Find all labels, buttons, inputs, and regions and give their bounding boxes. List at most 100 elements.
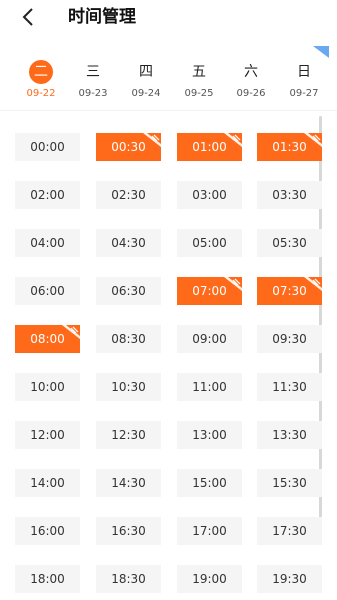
day-weekday: 二 [29,60,53,84]
time-slot[interactable]: 04:00 [15,229,80,257]
time-slot[interactable]: 03:30 [257,181,322,209]
time-slot-label: 06:30 [111,284,146,298]
time-slot[interactable]: 16:30 [96,517,161,545]
time-slot-label: 02:00 [30,188,65,202]
time-slot[interactable]: 15:30 [257,469,322,497]
time-slot-label: 15:00 [192,476,227,490]
selected-corner-icon [304,277,322,291]
time-slot[interactable]: 09:00 [177,325,242,353]
selected-corner-icon [224,277,242,291]
time-slot-label: 10:30 [111,380,146,394]
time-slot-label: 05:00 [192,236,227,250]
time-slot-label: 17:00 [192,524,227,538]
time-slot[interactable]: 11:00 [177,373,242,401]
time-slot[interactable]: 07:30 [257,277,322,305]
time-slot-label: 13:30 [272,428,307,442]
time-slot[interactable]: 11:30 [257,373,322,401]
time-slot-label: 17:30 [272,524,307,538]
time-slot[interactable]: 15:00 [177,469,242,497]
time-slot[interactable]: 05:30 [257,229,322,257]
page-title: 时间管理 [68,7,136,27]
selected-corner-icon [224,133,242,147]
time-slot-label: 09:30 [272,332,307,346]
day-tab-2[interactable]: 四 09-24 [121,46,171,106]
time-slot[interactable]: 04:30 [96,229,161,257]
time-slot[interactable]: 02:30 [96,181,161,209]
day-date: 09-23 [78,88,108,99]
day-selector: 二 09-22 三 09-23 四 09-24 五 09-25 六 09-26 … [0,46,337,106]
time-slot[interactable]: 19:00 [177,565,242,593]
time-slot-label: 16:00 [30,524,65,538]
time-slot[interactable]: 07:00 [177,277,242,305]
time-slot[interactable]: 01:00 [177,133,242,161]
time-slot-label: 01:30 [272,140,307,154]
time-slot[interactable]: 09:30 [257,325,322,353]
time-slot-label: 02:30 [111,188,146,202]
time-slot[interactable]: 10:30 [96,373,161,401]
header-bar: 时间管理 [0,0,337,36]
time-slot[interactable]: 02:00 [15,181,80,209]
time-slot-label: 04:30 [111,236,146,250]
time-slot[interactable]: 06:30 [96,277,161,305]
time-slot[interactable]: 14:30 [96,469,161,497]
day-weekday: 三 [86,64,100,80]
time-slot-label: 18:00 [30,572,65,586]
time-slot-label: 08:00 [30,332,65,346]
day-tab-3[interactable]: 五 09-25 [174,46,224,106]
time-slot-label: 19:00 [192,572,227,586]
time-slot[interactable]: 13:30 [257,421,322,449]
time-slot-label: 08:30 [111,332,146,346]
time-slot-label: 12:30 [111,428,146,442]
time-slot[interactable]: 08:30 [96,325,161,353]
time-slot-label: 11:30 [272,380,307,394]
time-slot[interactable]: 12:00 [15,421,80,449]
day-date: 09-26 [236,88,266,99]
corner-badge-icon [313,46,329,58]
time-slot-label: 16:30 [111,524,146,538]
time-slot-label: 07:30 [272,284,307,298]
time-slot-label: 06:00 [30,284,65,298]
time-slot[interactable]: 08:00 [15,325,80,353]
time-slot[interactable]: 17:30 [257,517,322,545]
time-slot-label: 00:00 [30,140,65,154]
time-slot[interactable]: 00:30 [96,133,161,161]
day-date: 09-24 [131,88,161,99]
day-weekday: 五 [192,64,206,80]
time-slot-label: 12:00 [30,428,65,442]
time-slot-label: 01:00 [192,140,227,154]
day-date: 09-27 [289,88,319,99]
time-slot[interactable]: 16:00 [15,517,80,545]
time-slot[interactable]: 12:30 [96,421,161,449]
time-slot[interactable]: 03:00 [177,181,242,209]
time-slot[interactable]: 01:30 [257,133,322,161]
day-weekday: 日 [297,64,311,80]
time-slot-label: 19:30 [272,572,307,586]
time-slot[interactable]: 18:00 [15,565,80,593]
chevron-left-icon [22,8,33,26]
day-tab-5[interactable]: 日 09-27 [279,46,329,106]
selected-corner-icon [62,325,80,339]
day-weekday: 四 [139,64,153,80]
time-slot[interactable]: 00:00 [15,133,80,161]
time-slot[interactable]: 06:00 [15,277,80,305]
time-slot-label: 14:00 [30,476,65,490]
time-slot[interactable]: 05:00 [177,229,242,257]
time-slot-label: 03:30 [272,188,307,202]
day-tab-0[interactable]: 二 09-22 [16,46,66,106]
day-date: 09-25 [184,88,214,99]
time-slot[interactable]: 18:30 [96,565,161,593]
back-button[interactable] [18,6,40,28]
selected-corner-icon [143,133,161,147]
time-slot-label: 13:00 [192,428,227,442]
day-tab-4[interactable]: 六 09-26 [226,46,276,106]
time-slot[interactable]: 19:30 [257,565,322,593]
time-slot[interactable]: 17:00 [177,517,242,545]
selected-corner-icon [304,133,322,147]
time-slot[interactable]: 14:00 [15,469,80,497]
time-slot-label: 14:30 [111,476,146,490]
time-slot-label: 15:30 [272,476,307,490]
day-tab-1[interactable]: 三 09-23 [68,46,118,106]
time-slot-label: 11:00 [192,380,227,394]
time-slot[interactable]: 13:00 [177,421,242,449]
time-slot[interactable]: 10:00 [15,373,80,401]
